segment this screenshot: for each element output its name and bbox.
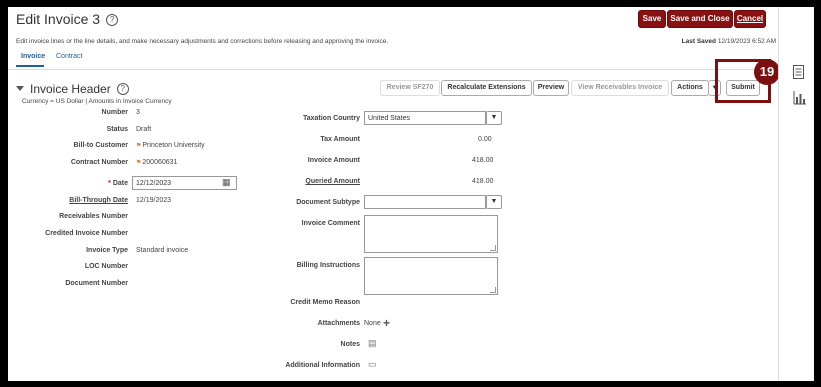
taxation-country-dropdown-icon[interactable]: ▼ [486, 111, 502, 125]
document-subtype-dropdown-icon[interactable]: ▼ [486, 195, 502, 209]
page-title-text: Edit Invoice 3 [16, 11, 101, 27]
callout-step-number: 19 [754, 59, 780, 85]
save-and-close-button[interactable]: Save and Close [667, 10, 733, 28]
status-value: Draft [136, 126, 152, 133]
invoice-type-value: Standard invoice [136, 247, 189, 254]
review-sf270-button[interactable]: Review SF270 [380, 80, 440, 96]
date-label: * Date [108, 180, 128, 187]
additional-information-label: Additional Information [285, 362, 360, 369]
notes-icon[interactable]: ▤ [368, 338, 377, 349]
section-title: Invoice Header? [16, 82, 129, 96]
help-icon[interactable]: ? [106, 14, 119, 26]
tab-contract[interactable]: Contract [56, 53, 82, 60]
billing-instructions-textarea[interactable] [364, 257, 498, 295]
divider [8, 69, 778, 70]
taxation-country-select[interactable]: United States [364, 111, 486, 125]
queried-amount-value: 418.00 [472, 178, 494, 185]
taxation-country-value: United States [368, 115, 411, 122]
credit-memo-reason-label: Credit Memo Reason [290, 299, 360, 306]
date-input-value: 12/12/2023 [136, 180, 172, 187]
flag-icon: ⚑ [136, 160, 142, 166]
number-value: 3 [136, 109, 140, 116]
credited-invoice-number-label: Credited Invoice Number [45, 230, 128, 237]
last-saved-value: 12/19/2023 6:52 AM [717, 38, 776, 45]
section-title-text: Invoice Header [30, 82, 111, 96]
invoice-comment-textarea[interactable] [364, 215, 498, 253]
document-panel-icon[interactable] [793, 65, 805, 79]
document-subtype-select[interactable] [364, 195, 486, 209]
additional-info-icon[interactable]: ▭ [368, 359, 377, 370]
status-label: Status [106, 126, 128, 133]
date-label-text: Date [112, 180, 128, 187]
view-receivables-invoice-button[interactable]: View Receivables Invoice [571, 80, 669, 96]
bill-to-customer-label: Bill-to Customer [73, 142, 128, 149]
actions-menu-button[interactable]: Actions [671, 80, 709, 96]
right-panel [778, 7, 814, 381]
chart-panel-icon[interactable] [793, 91, 806, 105]
queried-amount-label[interactable]: Queried Amount [305, 178, 360, 185]
save-button[interactable]: Save [638, 10, 666, 28]
currency-subtitle: Currency = US Dollar | Amounts in Invoic… [22, 98, 172, 105]
receivables-number-label: Receivables Number [59, 213, 128, 220]
notes-label: Notes [340, 341, 360, 348]
bill-to-customer-value[interactable]: ⚑Princeton University [136, 142, 205, 149]
contract-number-value[interactable]: ⚑200060631 [136, 159, 177, 166]
collapse-icon[interactable] [16, 86, 24, 91]
tax-amount-label: Tax Amount [320, 136, 360, 143]
contract-number-text: 200060631 [142, 159, 178, 166]
section-help-icon[interactable]: ? [116, 83, 129, 95]
page-title: Edit Invoice 3? [16, 11, 119, 27]
contract-number-label: Contract Number [70, 159, 128, 166]
invoice-comment-label: Invoice Comment [301, 220, 360, 227]
bill-through-date-label[interactable]: Bill-Through Date [69, 197, 128, 204]
preview-button[interactable]: Preview [533, 80, 569, 96]
invoice-amount-value: 418.00 [472, 157, 494, 164]
last-saved-label: Last Saved [681, 38, 716, 45]
billing-instructions-label: Billing Instructions [296, 262, 360, 269]
taxation-country-label: Taxation Country [302, 115, 360, 122]
tab-invoice[interactable]: Invoice [21, 53, 45, 60]
calendar-icon[interactable]: ▦ [222, 177, 231, 188]
bill-to-customer-text: Princeton University [142, 142, 205, 149]
number-label: Number [101, 109, 128, 116]
attachments-value: None [364, 320, 381, 327]
app-frame: Edit Invoice 3? Save Save and Close Canc… [8, 7, 814, 381]
invoice-type-label: Invoice Type [86, 247, 128, 254]
invoice-amount-label: Invoice Amount [307, 157, 360, 164]
bill-through-date-value: 12/19/2023 [136, 197, 172, 204]
last-saved: Last Saved 12/19/2023 6:52 AM [682, 38, 776, 45]
tax-amount-value: 0.00 [478, 136, 492, 143]
flag-icon: ⚑ [136, 143, 142, 149]
attachments-label: Attachments [317, 320, 360, 327]
add-icon[interactable]: + [383, 316, 390, 330]
cancel-button[interactable]: Cancel [734, 10, 766, 28]
document-subtype-label: Document Subtype [296, 199, 360, 206]
active-tab-indicator [16, 65, 44, 67]
document-number-label: Document Number [65, 280, 128, 287]
instructions-text: Edit invoice lines or the line details, … [16, 38, 389, 45]
recalculate-extensions-button[interactable]: Recalculate Extensions [441, 80, 532, 96]
loc-number-label: LOC Number [84, 263, 128, 270]
